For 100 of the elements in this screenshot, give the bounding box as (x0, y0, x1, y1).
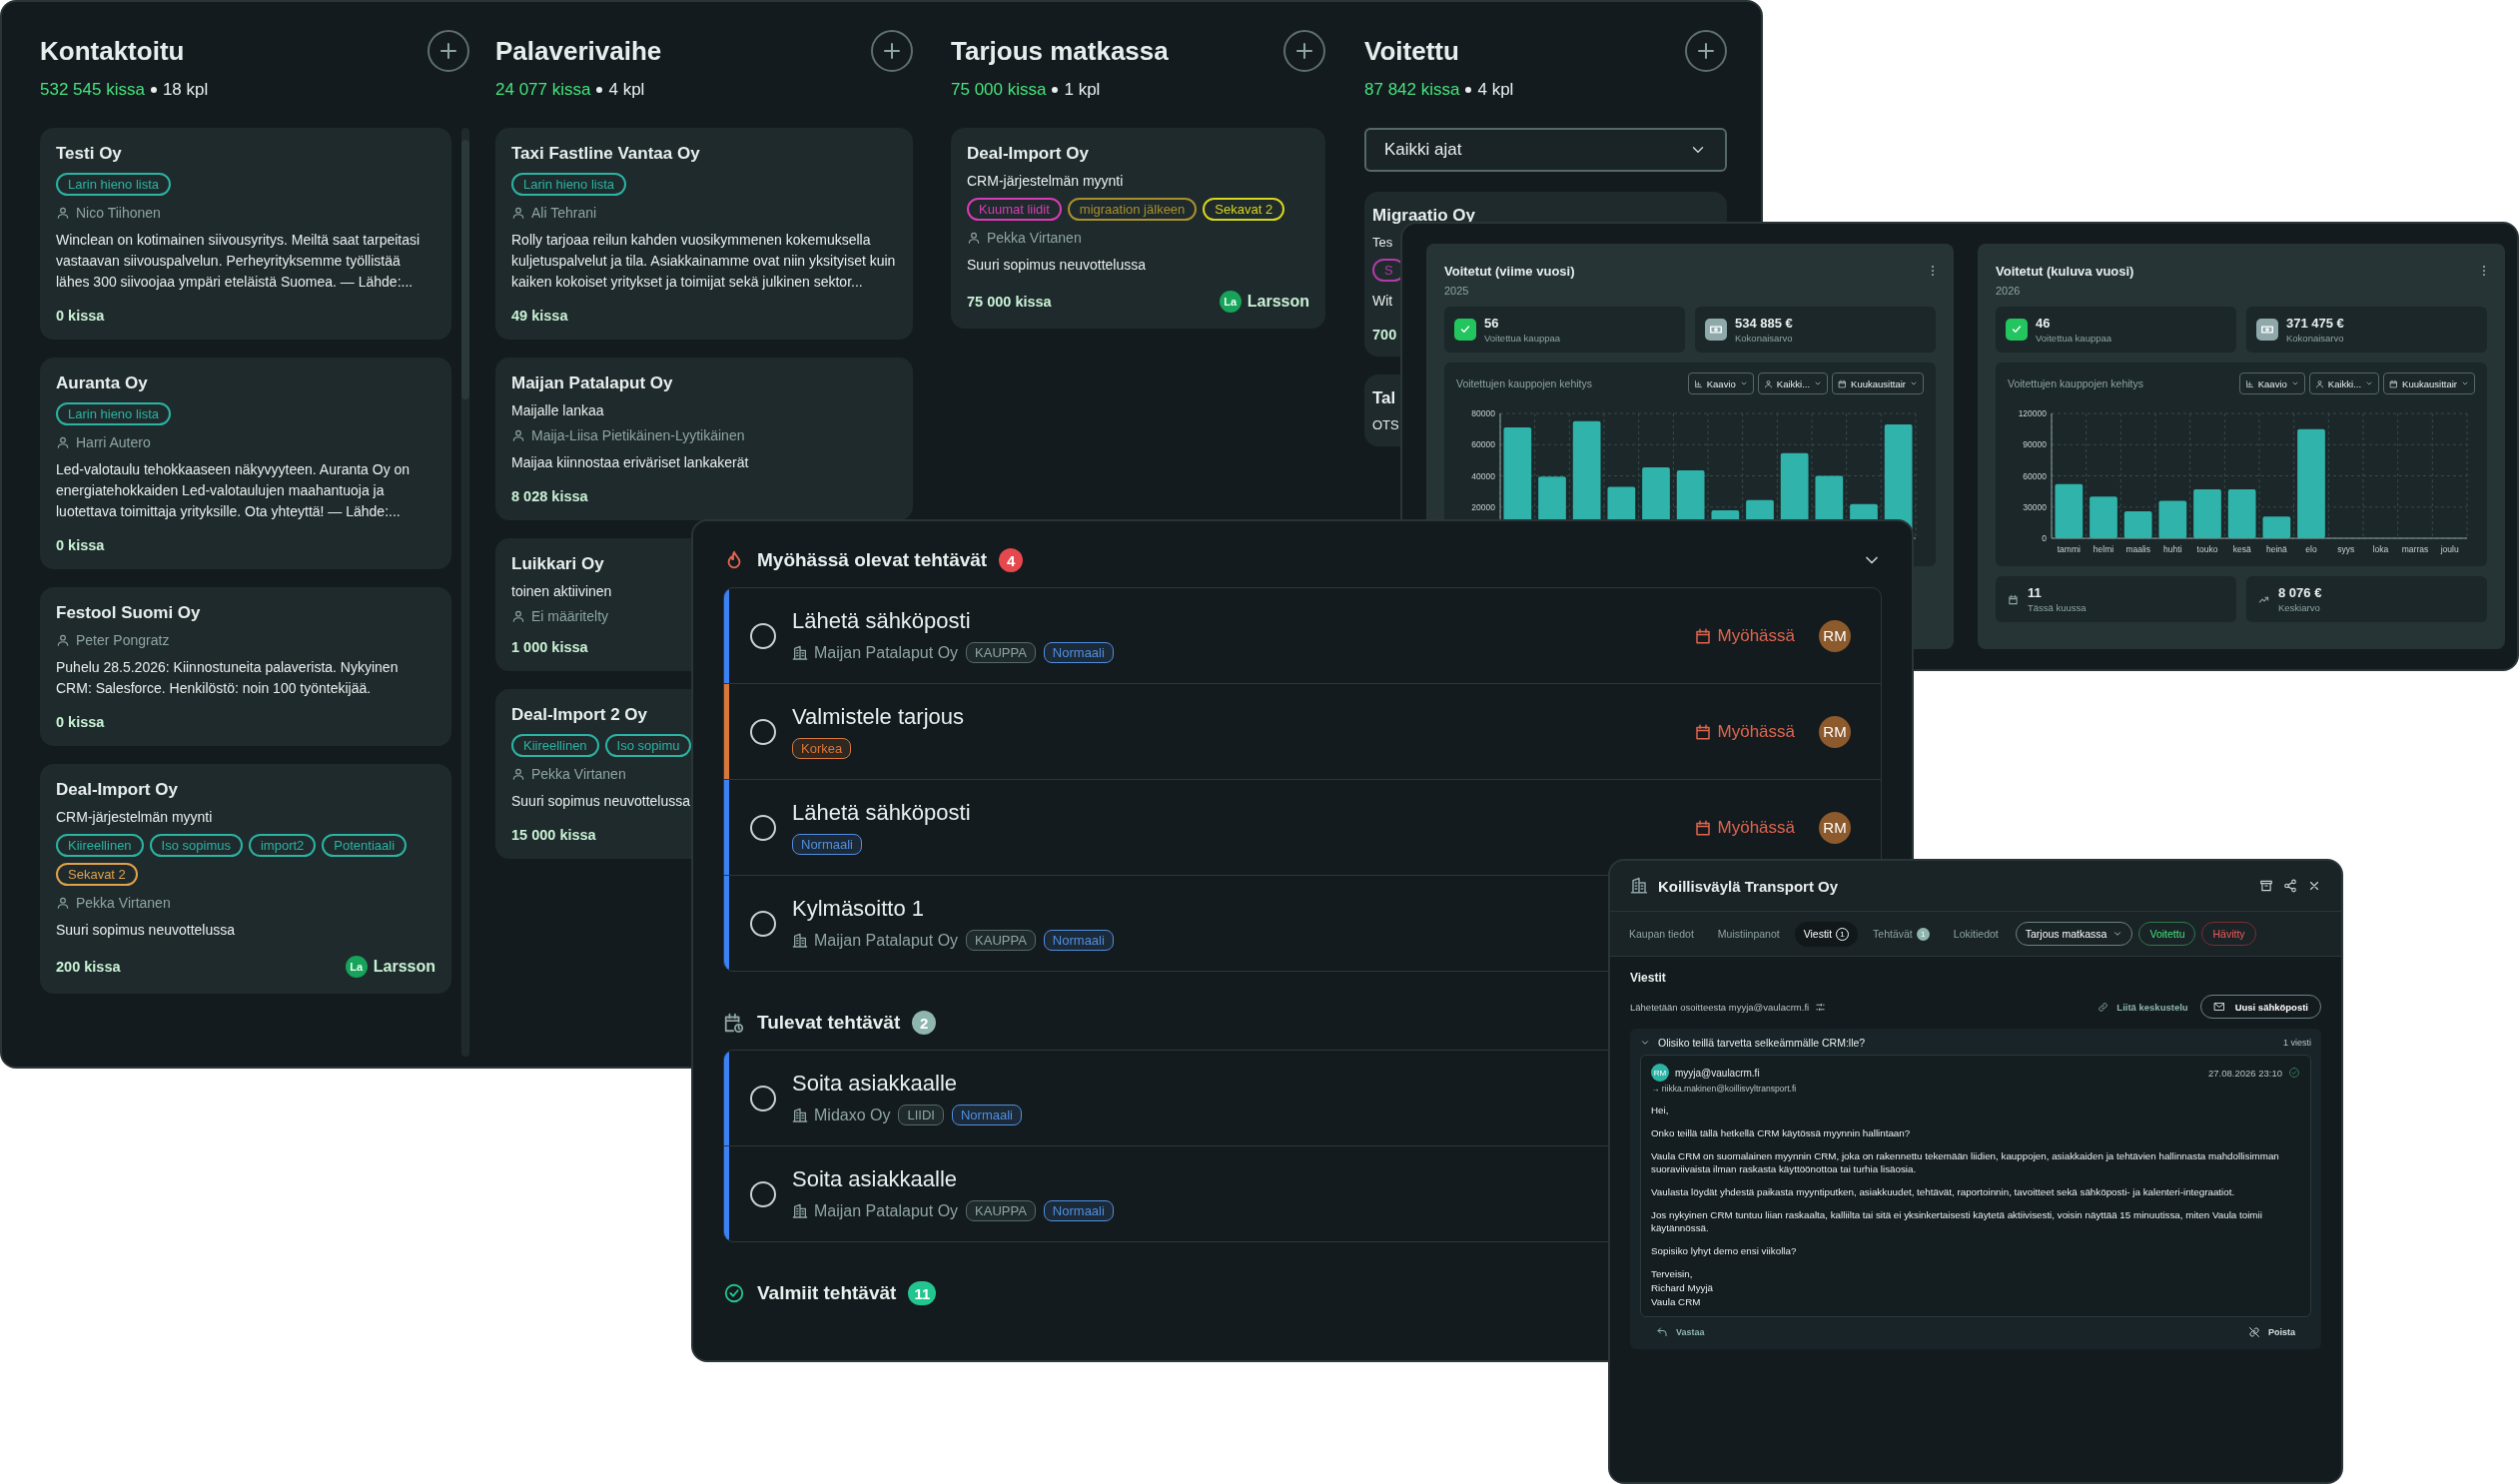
deal-description: Led-valotaulu tehokkaaseen näkyvyyteen. Auranta Oy on energiatehokkaiden Led-valotaulujen maahantuoja ja luotettava toimittaja yrityksille. Ota yhteyttä! — Lähde:... (56, 460, 412, 521)
tag: Potentiaali (322, 834, 408, 857)
deal-value: 1 000 kissa (511, 639, 588, 655)
tag: Larin hieno lista (56, 402, 172, 425)
assignee-avatar: RM (1819, 811, 1851, 844)
column-total: 75 000 kissa (951, 80, 1047, 100)
message-paragraph: Hei, (1651, 1104, 1670, 1116)
tag: Kiireellinen (56, 834, 144, 857)
due-status: Myöhässä (1717, 817, 1795, 838)
tag: Larin hieno lista (511, 173, 627, 196)
deal-subtitle: OTS (1372, 417, 1399, 432)
task-title: Lähetä sähköposti (792, 608, 971, 634)
sender-address: Lähetetään osoitteesta myyja@vaulacrm.fi (1630, 1001, 1810, 1013)
column-count: 1 kpl (1064, 80, 1101, 100)
axis-label: 60000 (1471, 439, 1495, 450)
sender-avatar: RM (1651, 1064, 1669, 1082)
task-title: Valmistele tarjous (792, 704, 964, 730)
owner-avatar: La (1219, 291, 1242, 313)
type-tag: KAUPPA (966, 1200, 1036, 1221)
deal-value: 700 (1372, 327, 1397, 343)
type-tag: LIIDI (898, 1105, 944, 1125)
tag: migraation jälkeen (1067, 198, 1198, 221)
axis-label: helmi (2093, 544, 2114, 554)
axis-label: 20000 (1471, 501, 1495, 512)
card-title: Voitetut (kuluva vuosi) (1996, 264, 2134, 279)
column-count: 4 kpl (1477, 80, 1514, 100)
axis-label: 40000 (1471, 470, 1495, 481)
deal-value: 49 kissa (511, 308, 568, 324)
signature-line: Vaula CRM (1651, 1295, 1702, 1308)
axis-label: 0 (2042, 533, 2047, 543)
assignee-avatar: RM (1819, 715, 1851, 748)
message-paragraph: Jos nykyinen CRM tuntuu liian raskaalta, kalliilta tai sitä ei yksinkertaisesti käytetä aktiivisesti, voisin näyttää 15 minuutissa, miten Vaula toimii käytännössä. (1651, 1208, 2263, 1234)
column-count: 4 kpl (608, 80, 645, 100)
deal-title: Taxi Fastline Vantaa Oy (511, 144, 700, 164)
due-status: Myöhässä (1717, 721, 1795, 742)
deal-value: 0 kissa (56, 308, 105, 324)
stat-value: 8 076 € (2278, 585, 2322, 600)
contact-name: Harri Autero (76, 434, 151, 450)
message-paragraph: Vaula CRM on suomalainen myynnin CRM, joka on rakennettu tekemään liidien, kauppojen, asiakkaiden ja tehtävien hallinnasta mahdollisimman suoraviivaista ilman raskasta käyttöönottoa tai turhia lisäosia. (1651, 1149, 2280, 1175)
axis-label: 30000 (2023, 501, 2047, 512)
contact-name: Pekka Virtanen (987, 230, 1082, 246)
tag: Kuumat liidit (967, 198, 1062, 221)
owner-avatar: La (345, 956, 368, 978)
column-count: 18 kpl (162, 80, 209, 100)
deal-value: 200 kissa (56, 959, 121, 975)
deal-value: 75 000 kissa (967, 294, 1052, 310)
chart-title: Voitettujen kauppojen kehitys (2008, 377, 2143, 389)
section-title: Myöhässä olevat tehtävät (757, 549, 988, 571)
tag: Sekavat 2 (1203, 198, 1285, 221)
axis-label: 90000 (2023, 439, 2047, 450)
tag: Iso sopimus (149, 834, 243, 857)
message-date: 27.08.2026 23:10 (2208, 1067, 2282, 1079)
message-count: 1 viesti (2283, 1038, 2311, 1048)
section-title: Viestit (1630, 971, 1667, 985)
stat-label: Kokonaisarvo (1735, 333, 1793, 344)
card-year: 2026 (1996, 285, 2021, 297)
column-total: 24 077 kissa (495, 80, 591, 100)
company-name: Maijan Patalaput Oy (814, 931, 959, 950)
signature-line: Richard Myyjä (1651, 1281, 1715, 1294)
column-title: Voitettu (1364, 35, 1459, 67)
stat-value: 534 885 € (1735, 316, 1793, 331)
company-name: Midaxo Oy (814, 1106, 891, 1124)
tag: Sekavat 2 (56, 863, 138, 886)
type-tag: KAUPPA (966, 642, 1036, 663)
stat-value: 46 (2036, 316, 2052, 331)
deal-title: Deal-Import Oy (967, 144, 1089, 164)
priority-tag: Normaali (1043, 1200, 1114, 1221)
stat-label: Kokonaisarvo (2286, 333, 2344, 344)
column-title: Palaverivaihe (495, 35, 662, 67)
tag: Kiireellinen (511, 734, 599, 757)
axis-label: 80000 (1471, 408, 1495, 418)
deal-subtitle: toinen aktiivinen (511, 583, 612, 599)
stat-label: Keskiarvo (2278, 602, 2321, 613)
priority-tag: Normaali (951, 1105, 1022, 1125)
axis-label: 120000 (2018, 408, 2047, 418)
priority-tag: Normaali (1043, 642, 1114, 663)
axis-label: elo (2305, 544, 2317, 554)
deal-title: Tal (1372, 388, 1396, 408)
deal-description: Maijaa kiinnostaa eriväriset lankakerät (511, 453, 750, 472)
section-title: Valmiit tehtävät (757, 1282, 897, 1304)
deal-description: Rolly tarjoaa reilun kahden vuosikymmenen kokemuksella kuljetuspalvelut ja tila. Asiakkainamme ovat niin yksityiset kuin kaiken kokoiset yritykset ja toimijat sekä julkinen sektor... (511, 231, 897, 292)
deal-title: Auranta Oy (56, 373, 148, 393)
deal-title: Festool Suomi Oy (56, 603, 201, 623)
axis-label: touko (2196, 544, 2218, 554)
chart-title: Voitettujen kauppojen kehitys (1456, 377, 1592, 389)
deal-description: Suuri sopimus neuvottelussa (967, 256, 1147, 275)
axis-label: kesä (2232, 544, 2251, 554)
contact-name: Maija-Liisa Pietikäinen-Lyytikäinen (531, 427, 745, 443)
deal-title: Koillisväylä Transport Oy (1658, 877, 1840, 895)
contact-name: Nico Tiihonen (76, 205, 161, 221)
card-title: Voitetut (viime vuosi) (1444, 264, 1575, 279)
message-paragraph: Onko teillä tällä hetkellä CRM käytössä myynnin hallintaan? (1651, 1126, 1912, 1139)
deal-title: Deal-Import Oy (56, 780, 178, 800)
axis-label: loka (2372, 544, 2389, 554)
axis-label: tammi (2057, 544, 2081, 554)
tag: import2 (248, 834, 317, 857)
deal-description: Winclean on kotimainen siivousyritys. Meiltä saat tarpeitasi vastaavan siivouspalvelun. Perheyrityksemme työllistää lähes 300 siivoojaa ympäri eteläistä Suomea. — Lähde:... (56, 231, 421, 292)
column-total: 532 545 kissa (40, 80, 145, 100)
stat-value: 11 (2028, 585, 2043, 600)
recipient-email: → riikka.makinen@koillisvyltransport.fi (1651, 1084, 1798, 1094)
